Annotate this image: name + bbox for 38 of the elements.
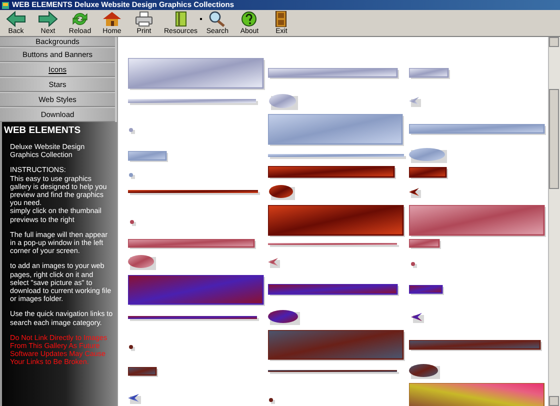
arrow-icon[interactable] xyxy=(411,313,424,323)
bullet-icon[interactable] xyxy=(129,345,135,351)
house-icon xyxy=(102,11,122,27)
arrow-icon[interactable] xyxy=(268,258,280,268)
scrollbar[interactable] xyxy=(548,37,560,406)
texture-bar[interactable] xyxy=(409,285,444,295)
texture-bar[interactable] xyxy=(128,190,260,195)
texture-bar[interactable] xyxy=(128,367,158,377)
bullet-icon[interactable] xyxy=(411,262,417,268)
texture-bar[interactable] xyxy=(268,243,399,247)
texture-bar[interactable] xyxy=(409,167,448,179)
texture-bar[interactable] xyxy=(128,239,256,249)
texture-bar[interactable] xyxy=(128,275,265,306)
texture-bar[interactable] xyxy=(268,284,399,296)
texture-bar[interactable] xyxy=(268,370,399,374)
back-icon xyxy=(6,11,26,27)
arrow-icon[interactable] xyxy=(409,188,421,198)
texture-bar[interactable] xyxy=(268,205,405,237)
reload-icon xyxy=(70,11,90,27)
oval-button[interactable] xyxy=(269,185,295,200)
app-icon xyxy=(2,2,9,8)
scroll-thumb[interactable] xyxy=(549,89,559,189)
texture-bar[interactable] xyxy=(409,205,546,237)
sidebar-heading: WEB ELEMENTS xyxy=(4,125,82,136)
texture-bar[interactable] xyxy=(128,316,259,321)
arrow-icon[interactable] xyxy=(128,394,141,404)
bullet-icon[interactable] xyxy=(130,220,136,226)
texture-bar[interactable] xyxy=(268,166,396,179)
texture-bar[interactable] xyxy=(409,239,441,249)
bullet-icon[interactable] xyxy=(269,398,275,404)
oval-button[interactable] xyxy=(268,310,300,325)
forward-icon xyxy=(38,11,58,27)
texture-bar[interactable] xyxy=(268,330,405,361)
help-icon xyxy=(239,11,260,27)
oval-button[interactable] xyxy=(128,255,156,270)
search-icon xyxy=(207,11,228,27)
oval-button[interactable] xyxy=(409,364,440,379)
texture-bar[interactable] xyxy=(409,340,542,351)
